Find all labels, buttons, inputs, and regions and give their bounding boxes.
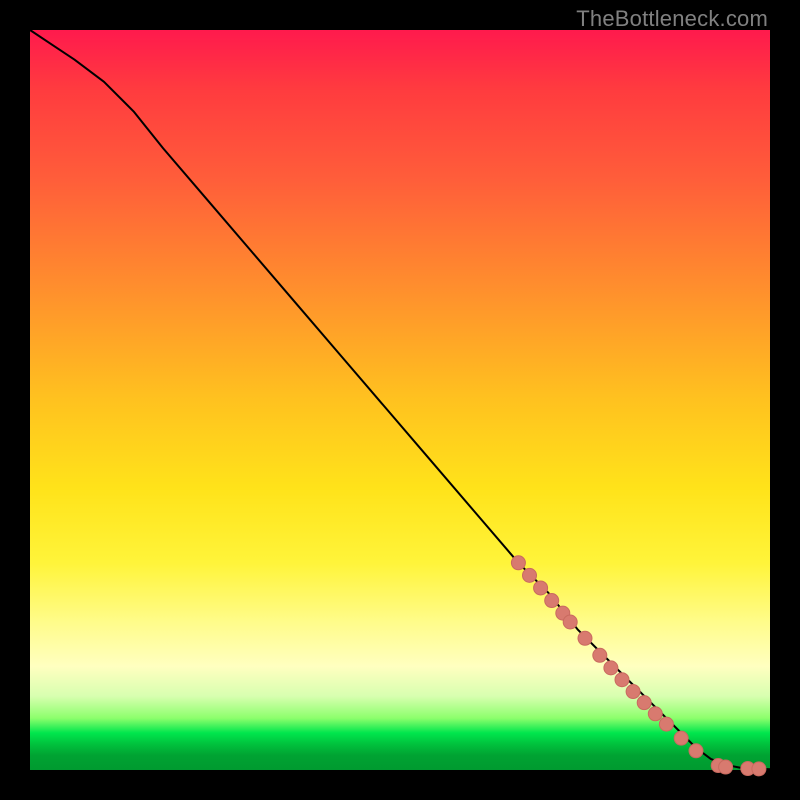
data-dot [648,707,662,721]
data-dot [534,581,548,595]
data-dot [674,731,688,745]
data-dot [719,760,733,774]
data-dot [615,673,629,687]
plot-area [30,30,770,770]
data-dot [637,696,651,710]
chart-svg [30,30,770,770]
watermark-text: TheBottleneck.com [576,6,768,32]
dots-group [511,556,766,776]
chart-stage: TheBottleneck.com [0,0,800,800]
data-dot [563,615,577,629]
data-dot [593,648,607,662]
data-dot [511,556,525,570]
data-dot [578,631,592,645]
data-dot [626,685,640,699]
curve-path [30,30,770,769]
data-dot [689,744,703,758]
data-dot [659,717,673,731]
data-dot [545,594,559,608]
data-dot [523,568,537,582]
data-dot [752,762,766,776]
data-dot [604,661,618,675]
